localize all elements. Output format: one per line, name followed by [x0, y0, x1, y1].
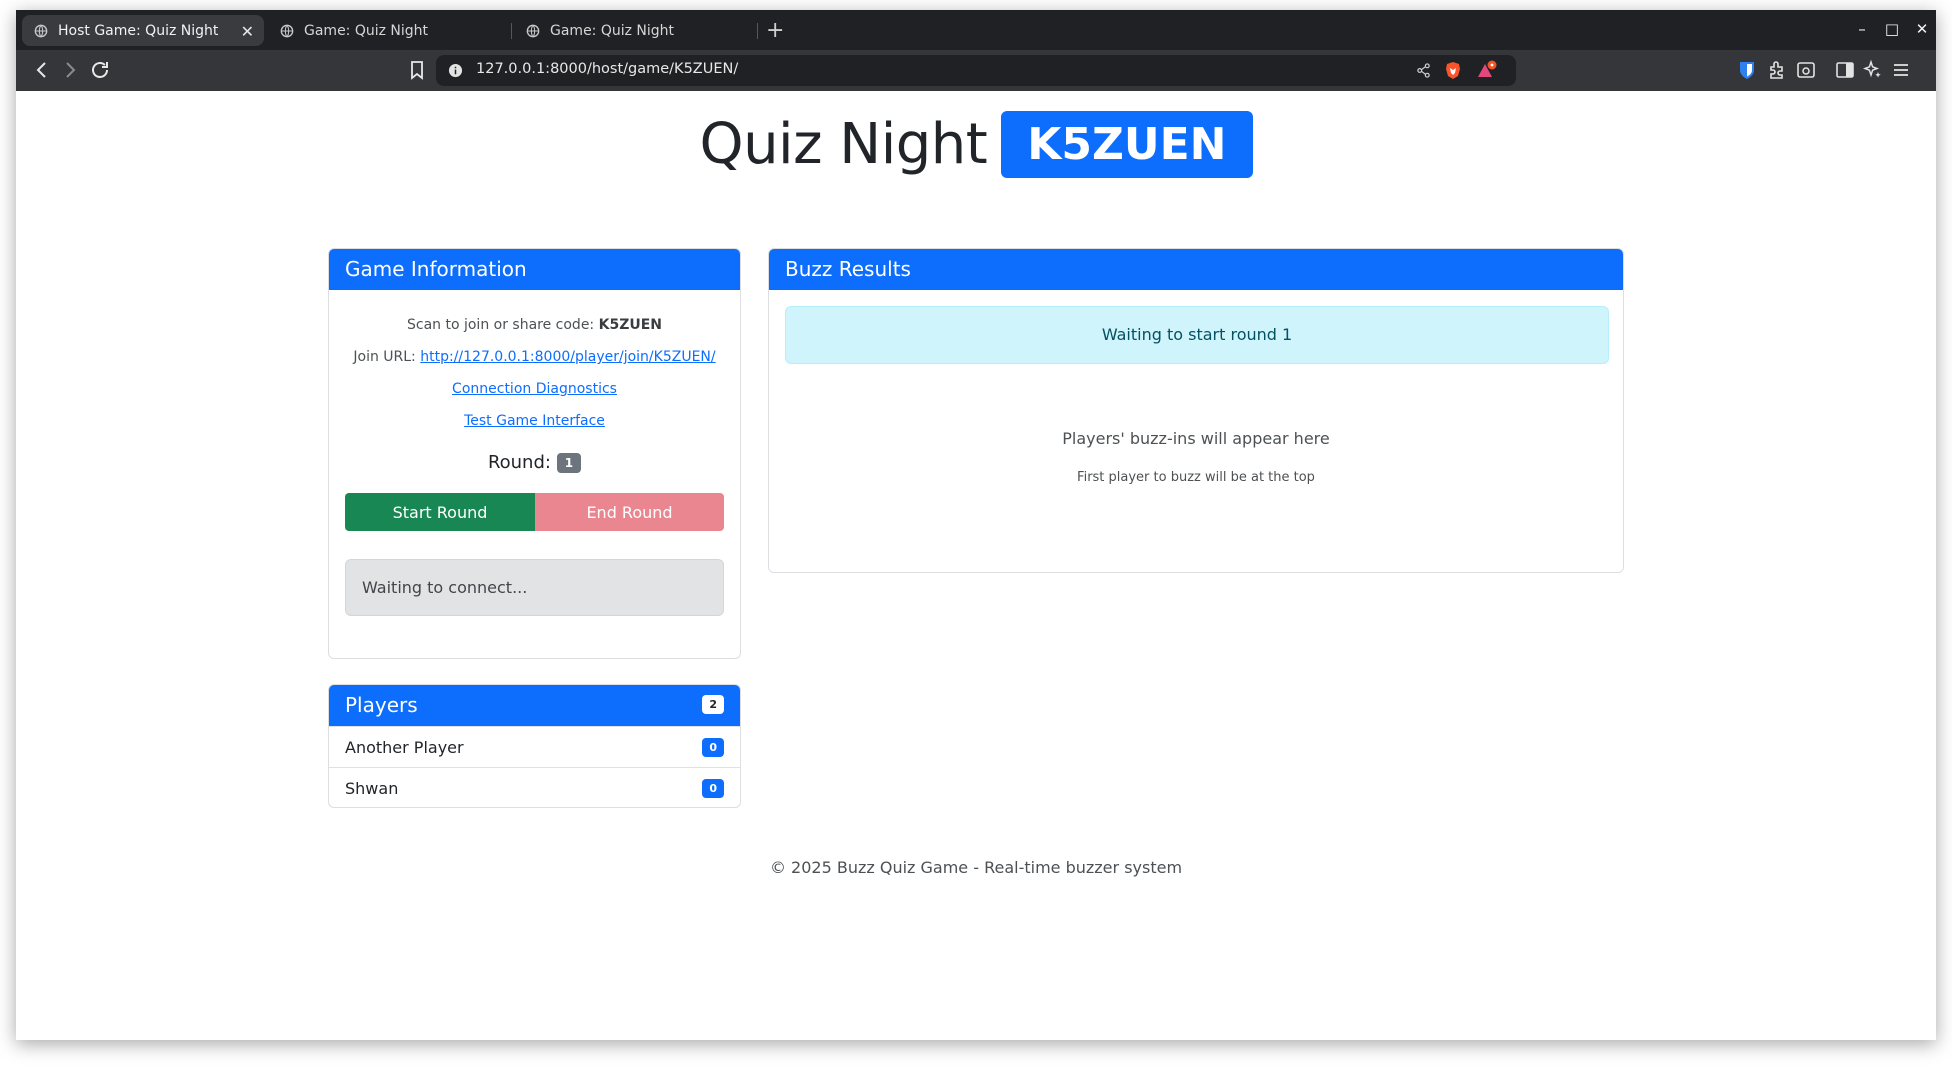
player-name: Shwan [345, 778, 399, 798]
close-icon[interactable]: ✕ [241, 22, 254, 41]
game-code-badge: K5ZUEN [1001, 111, 1253, 178]
diagnostics-line: Connection Diagnostics [329, 381, 740, 397]
leo-icon[interactable] [1862, 59, 1884, 81]
test-game-interface-link[interactable]: Test Game Interface [464, 413, 605, 429]
card-title: Players [345, 693, 418, 717]
tab-game-1[interactable]: Game: Quiz Night [268, 15, 508, 46]
page-header: Quiz Night K5ZUEN [16, 111, 1936, 178]
forward-icon[interactable] [58, 58, 82, 82]
card-title: Game Information [329, 249, 740, 290]
tab-separator [757, 23, 758, 39]
tab-label: Host Game: Quiz Night [58, 22, 219, 39]
bookmark-icon[interactable] [405, 58, 429, 82]
buzz-placeholder-text: Players' buzz-ins will appear here [1062, 429, 1330, 448]
tab-game-2[interactable]: Game: Quiz Night [514, 15, 754, 46]
round-label: Round: [487, 452, 551, 473]
join-url-label: Join URL: [353, 349, 421, 365]
round-number-badge: 1 [556, 453, 582, 473]
player-row: Another Player 0 [329, 726, 740, 767]
minimize-icon[interactable]: – [1852, 20, 1872, 38]
tab-strip: Host Game: Quiz Night ✕ Game: Quiz Night… [16, 10, 1936, 50]
join-url-link[interactable]: http://127.0.0.1:8000/player/join/K5ZUEN… [420, 349, 715, 365]
share-code-value: K5ZUEN [598, 317, 662, 333]
address-bar[interactable]: 127.0.0.1:8000/host/game/K5ZUEN/ [436, 55, 1516, 86]
browser-toolbar: 127.0.0.1:8000/host/game/K5ZUEN/ [16, 50, 1936, 91]
share-code-line: Scan to join or share code: K5ZUEN [329, 317, 740, 333]
window-close-icon[interactable]: ✕ [1912, 20, 1932, 38]
back-icon[interactable] [30, 58, 54, 82]
player-row: Shwan 0 [329, 767, 740, 807]
rewards-icon[interactable] [1476, 60, 1498, 80]
globe-icon [280, 24, 294, 37]
page-title: Quiz Night [699, 112, 988, 177]
card-title: Buzz Results [769, 249, 1623, 290]
url-text: 127.0.0.1:8000/host/game/K5ZUEN/ [476, 61, 739, 77]
tab-label: Game: Quiz Night [304, 22, 429, 39]
reload-icon[interactable] [88, 58, 112, 82]
globe-icon [526, 24, 540, 37]
start-round-button[interactable]: Start Round [345, 493, 535, 531]
sidebar-icon[interactable] [1834, 59, 1856, 81]
share-icon[interactable] [1416, 63, 1431, 78]
globe-icon [34, 24, 48, 37]
plus-icon[interactable]: + [766, 18, 784, 43]
buzz-results-card: Buzz Results Waiting to start round 1 Pl… [768, 248, 1624, 573]
join-url-line: Join URL: http://127.0.0.1:8000/player/j… [329, 349, 740, 365]
tab-label: Game: Quiz Night [550, 22, 675, 39]
tab-separator [511, 23, 512, 39]
site-info-icon[interactable] [448, 63, 463, 78]
bitwarden-icon[interactable] [1736, 59, 1758, 81]
player-name: Another Player [345, 737, 464, 757]
extensions-icon[interactable] [1766, 59, 1788, 81]
players-card: Players 2 Another Player 0 Shwan 0 [328, 684, 741, 808]
round-status-alert: Waiting to start round 1 [785, 306, 1609, 364]
page-footer: © 2025 Buzz Quiz Game - Real-time buzzer… [769, 858, 1183, 877]
share-code-label: Scan to join or share code: [406, 317, 599, 333]
maximize-icon[interactable]: □ [1882, 20, 1902, 38]
page-content: Quiz Night K5ZUEN Game Information Scan … [16, 91, 1936, 1040]
round-indicator: Round: 1 [329, 452, 740, 473]
browser-window: Host Game: Quiz Night ✕ Game: Quiz Night… [16, 10, 1936, 1040]
tab-search-icon[interactable] [1795, 59, 1817, 81]
player-score-badge: 0 [702, 737, 724, 757]
test-interface-line: Test Game Interface [329, 413, 740, 429]
end-round-button[interactable]: End Round [535, 493, 724, 531]
player-score-badge: 0 [702, 778, 724, 798]
brave-shield-icon[interactable] [1444, 61, 1462, 80]
connection-status: Waiting to connect... [345, 559, 724, 616]
players-card-header: Players 2 [329, 685, 740, 726]
buzz-hint-text: First player to buzz will be at the top [1077, 470, 1315, 485]
menu-icon[interactable] [1890, 59, 1912, 81]
tab-host-game[interactable]: Host Game: Quiz Night ✕ [22, 15, 264, 46]
player-count-badge: 2 [702, 695, 724, 714]
game-information-card: Game Information Scan to join or share c… [328, 248, 741, 659]
connection-diagnostics-link[interactable]: Connection Diagnostics [452, 381, 617, 397]
